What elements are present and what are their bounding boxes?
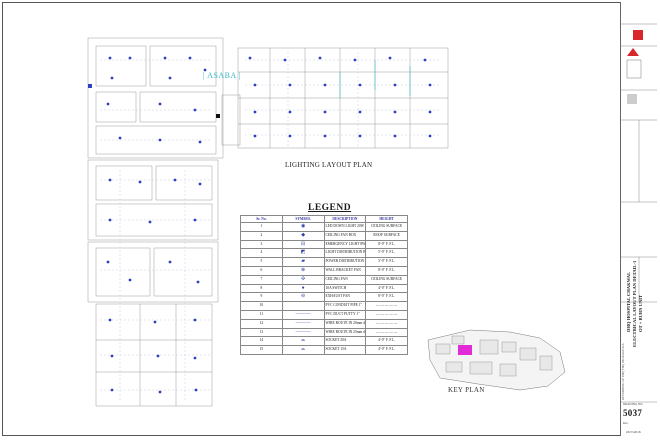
drawing-sheet: | ASABA | LIGHTING LAYOUT PLAN LEGEND Sr…	[0, 0, 660, 440]
key-plan-highlight	[458, 345, 472, 355]
firm-logo-icon	[633, 30, 643, 40]
drawing-no-label: DRAWING NO.	[623, 402, 644, 406]
sheet-name: ELECTRICAL LAYOUT PLAN DETAIL-1	[632, 260, 637, 347]
stamp-icon	[627, 94, 637, 104]
key-plan-title: KEY PLAN	[448, 386, 485, 394]
unit-name: OT + BURN UNIT	[638, 294, 643, 332]
project-remark: REVAMPING OF DHQ THQ PACKAGE 01A	[621, 343, 625, 400]
drawing-date: OCT,2016	[626, 430, 641, 434]
title-block-graphics	[621, 23, 657, 403]
project-name: DHQ HOSPITAL CHAKWAL	[626, 271, 631, 332]
drawing-number: 5037	[623, 408, 643, 418]
title-block: DHQ HOSPITAL CHAKWAL ELECTRICAL LAYOUT P…	[620, 2, 657, 436]
consultant-logo-icon	[627, 48, 639, 56]
key-plan-drawing	[427, 329, 566, 391]
rev-label: Rev.	[623, 421, 629, 425]
